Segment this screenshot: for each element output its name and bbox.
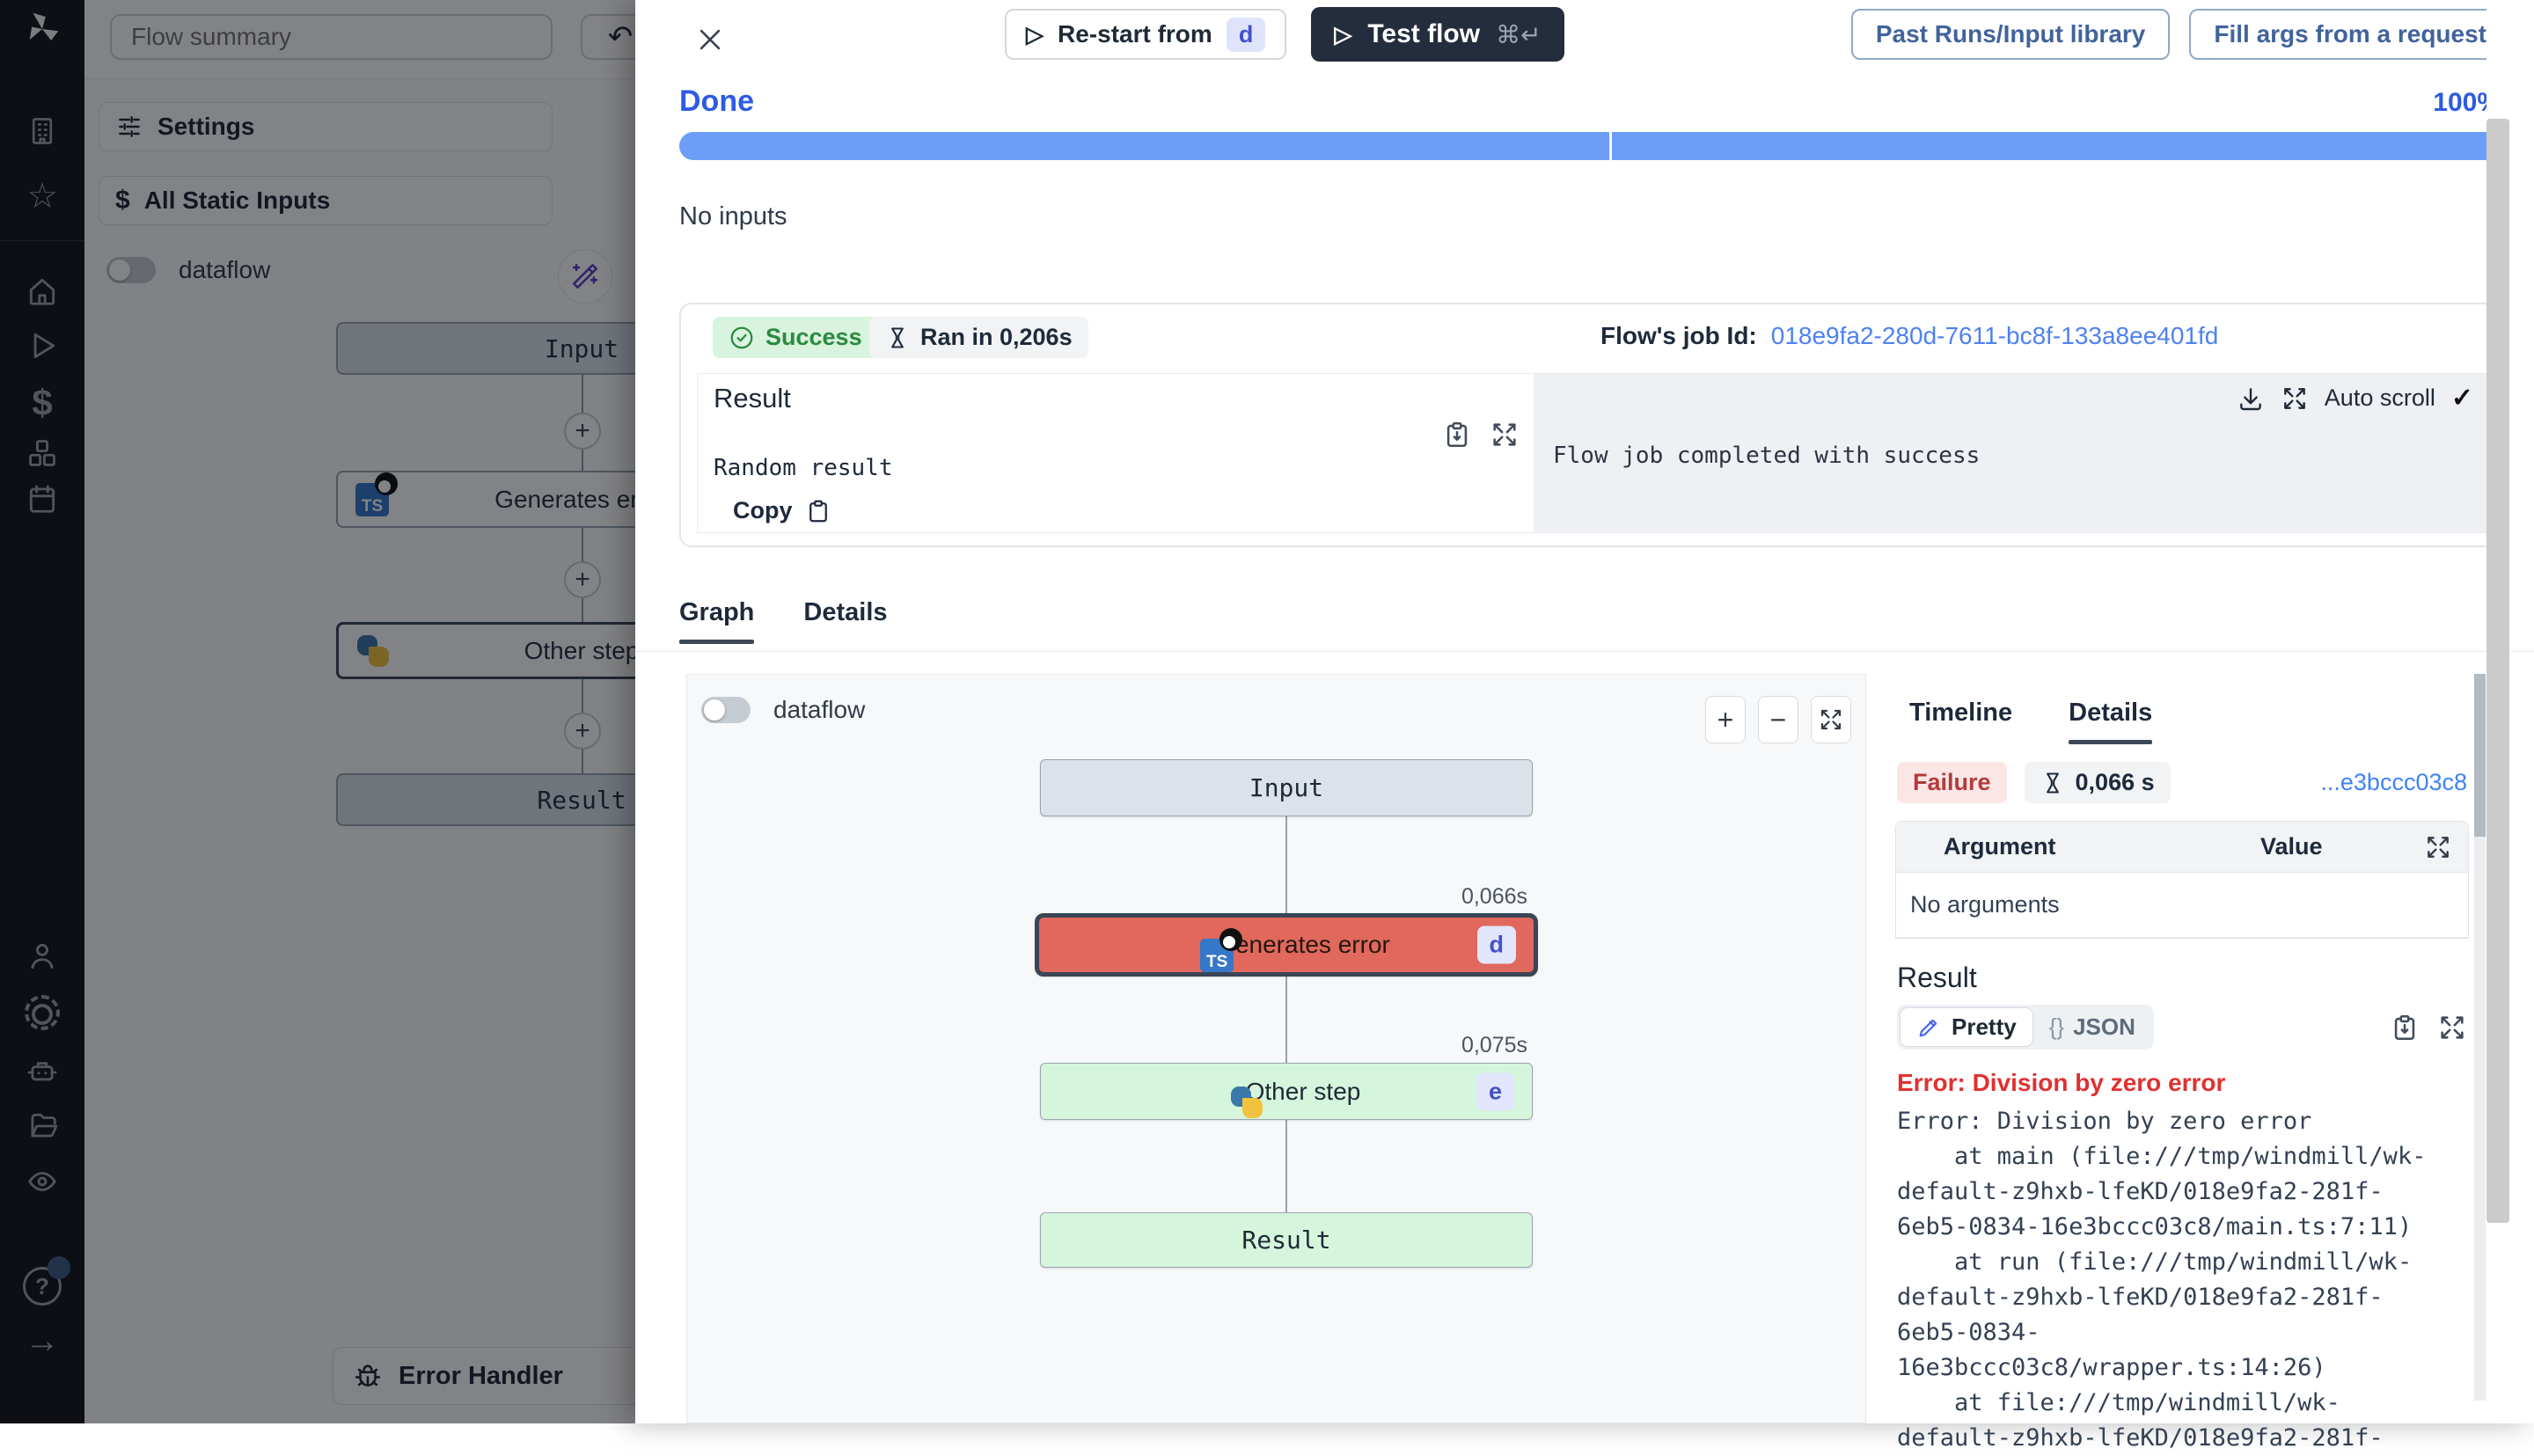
- pretty-view-button[interactable]: Pretty: [1900, 1007, 2033, 1047]
- copy-clipboard-icon[interactable]: [1442, 420, 1472, 450]
- graph-node-input[interactable]: Input: [1040, 759, 1533, 816]
- restart-from-label: Re-start from: [1058, 20, 1212, 48]
- pen-icon: [1916, 1015, 1941, 1040]
- result-view-controls: Pretty {} JSON: [1897, 1005, 2467, 1050]
- past-runs-button[interactable]: Past Runs/Input library: [1851, 9, 2171, 60]
- deno-icon: [1219, 928, 1242, 951]
- step-id-badge: d: [1477, 926, 1517, 964]
- error-stack-trace: Error: Division by zero error at main (f…: [1897, 1104, 2472, 1456]
- success-status-badge: Success: [713, 317, 878, 358]
- result-title: Result: [714, 383, 791, 414]
- play-icon: ▷: [1334, 21, 1351, 48]
- play-icon: ▷: [1026, 21, 1044, 48]
- run-duration-badge: Ran in 0,206s: [869, 317, 1088, 358]
- result-pane: Result Random result Copy: [698, 374, 1534, 532]
- fit-view-button[interactable]: [1811, 696, 1851, 743]
- arguments-table-header: Argument Value: [1896, 822, 2468, 873]
- result-log-split: Result Random result Copy Auto scroll ✓: [697, 373, 2490, 533]
- tab-graph[interactable]: Graph: [679, 598, 754, 644]
- tab-details[interactable]: Details: [803, 598, 887, 644]
- step-duration: 0,066s: [1461, 884, 1527, 910]
- result-value: Random result: [714, 455, 893, 481]
- restart-from-button[interactable]: ▷ Re-start from d: [1005, 9, 1286, 60]
- table-row: No arguments: [1896, 873, 2468, 938]
- keyboard-shortcut: ⌘↵: [1496, 20, 1541, 49]
- flow-run-graph: dataflow + − Input 0,066s TS Generates e…: [686, 674, 1866, 1423]
- timeline-details-tabs: Timeline Details: [1909, 699, 2472, 744]
- hourglass-icon: [885, 326, 910, 350]
- error-title: Error: Division by zero error: [1897, 1069, 2472, 1097]
- details-panel-scrollbar[interactable]: [2474, 674, 2486, 1401]
- scrollbar-thumb[interactable]: [2474, 674, 2486, 837]
- copy-button[interactable]: Copy: [733, 497, 831, 524]
- expand-icon: [1818, 706, 1844, 733]
- page-scrollbar[interactable]: [2486, 0, 2511, 1423]
- typescript-icon: TS: [1200, 939, 1234, 972]
- column-value: Value: [2260, 833, 2323, 860]
- job-id-link[interactable]: 018e9fa2-280d-7611-bc8f-133a8ee401fd: [1771, 322, 2219, 350]
- run-status-label: Done: [679, 84, 754, 119]
- drawer-action-buttons: ▷ Re-start from d ▷ Test flow ⌘↵: [1005, 7, 1564, 62]
- step-result-title: Result: [1897, 962, 2472, 994]
- graph-zoom-controls: + −: [1705, 696, 1851, 743]
- arguments-table: Argument Value No arguments: [1895, 821, 2469, 939]
- graph-node-result[interactable]: Result: [1040, 1212, 1533, 1268]
- clipboard-icon: [805, 498, 831, 524]
- restart-step-badge: d: [1227, 18, 1266, 52]
- fill-args-button[interactable]: Fill args from a request: [2189, 9, 2511, 60]
- step-duration: 0,075s: [1461, 1033, 1527, 1058]
- expand-icon[interactable]: [1490, 420, 1520, 450]
- result-view-segmented-control: Pretty {} JSON: [1897, 1005, 2154, 1050]
- step-details-panel: Timeline Details Failure 0,066 s ...e3bc…: [1892, 674, 2472, 1423]
- test-flow-button[interactable]: ▷ Test flow ⌘↵: [1311, 7, 1564, 62]
- log-text: Flow job completed with success: [1553, 443, 1980, 469]
- tab-step-details[interactable]: Details: [2069, 699, 2152, 744]
- flow-job-id: Flow's job Id: 018e9fa2-280d-7611-bc8f-1…: [1600, 322, 2218, 350]
- no-inputs-text: No inputs: [679, 202, 787, 231]
- dataflow-toggle-row: dataflow: [701, 696, 865, 724]
- job-id-label: Flow's job Id:: [1600, 322, 1757, 350]
- tab-timeline[interactable]: Timeline: [1909, 699, 2012, 744]
- close-drawer-button[interactable]: [690, 19, 730, 60]
- python-icon: [1230, 1086, 1263, 1119]
- expand-icon[interactable]: [2424, 833, 2452, 861]
- test-flow-drawer: ▷ Re-start from d ▷ Test flow ⌘↵ Past Ru…: [635, 0, 2534, 1423]
- close-icon: [695, 25, 725, 55]
- job-result-card: Success Ran in 0,206s Flow's job Id: 018…: [679, 303, 2502, 547]
- braces-icon: {}: [2049, 1013, 2064, 1041]
- graph-node-other-step[interactable]: Other step e: [1040, 1063, 1533, 1120]
- scrollbar-thumb[interactable]: [2486, 119, 2509, 1223]
- step-duration-badge: 0,066 s: [2025, 762, 2171, 803]
- check-circle-icon: [729, 325, 755, 351]
- step-job-id-link[interactable]: ...e3bccc03c8: [2320, 769, 2467, 796]
- expand-icon[interactable]: [2281, 384, 2309, 413]
- zoom-in-button[interactable]: +: [1705, 696, 1746, 743]
- dataflow-toggle[interactable]: [701, 697, 751, 723]
- autoscroll-check-icon: ✓: [2451, 383, 2473, 413]
- drawer-secondary-buttons: Past Runs/Input library Fill args from a…: [1851, 9, 2511, 60]
- hourglass-icon: [2040, 771, 2065, 795]
- step-status-row: Failure 0,066 s ...e3bccc03c8: [1897, 762, 2467, 803]
- tabs-divider: [635, 651, 2534, 652]
- log-pane: Auto scroll ✓ Flow job completed with su…: [1534, 374, 2489, 532]
- expand-icon[interactable]: [2437, 1013, 2467, 1043]
- download-icon[interactable]: [2237, 384, 2265, 413]
- step-id-badge: e: [1476, 1072, 1514, 1110]
- column-argument: Argument: [1944, 833, 2056, 860]
- failure-status-badge: Failure: [1897, 762, 2007, 803]
- graph-details-tabs: Graph Details: [679, 598, 888, 644]
- autoscroll-label[interactable]: Auto scroll: [2325, 384, 2435, 412]
- graph-node-generates-error[interactable]: TS Generates error d: [1035, 913, 1538, 977]
- modal-dim-overlay[interactable]: [0, 0, 635, 1423]
- dataflow-label: dataflow: [773, 696, 865, 724]
- json-view-button[interactable]: {} JSON: [2033, 1008, 2151, 1046]
- copy-clipboard-icon[interactable]: [2390, 1013, 2420, 1043]
- test-flow-label: Test flow: [1367, 19, 1480, 49]
- zoom-out-button[interactable]: −: [1758, 696, 1798, 743]
- progress-segment-divider: [1609, 132, 1612, 160]
- graph-connector-line: [1285, 789, 1287, 1242]
- run-progress-bar: [679, 132, 2502, 160]
